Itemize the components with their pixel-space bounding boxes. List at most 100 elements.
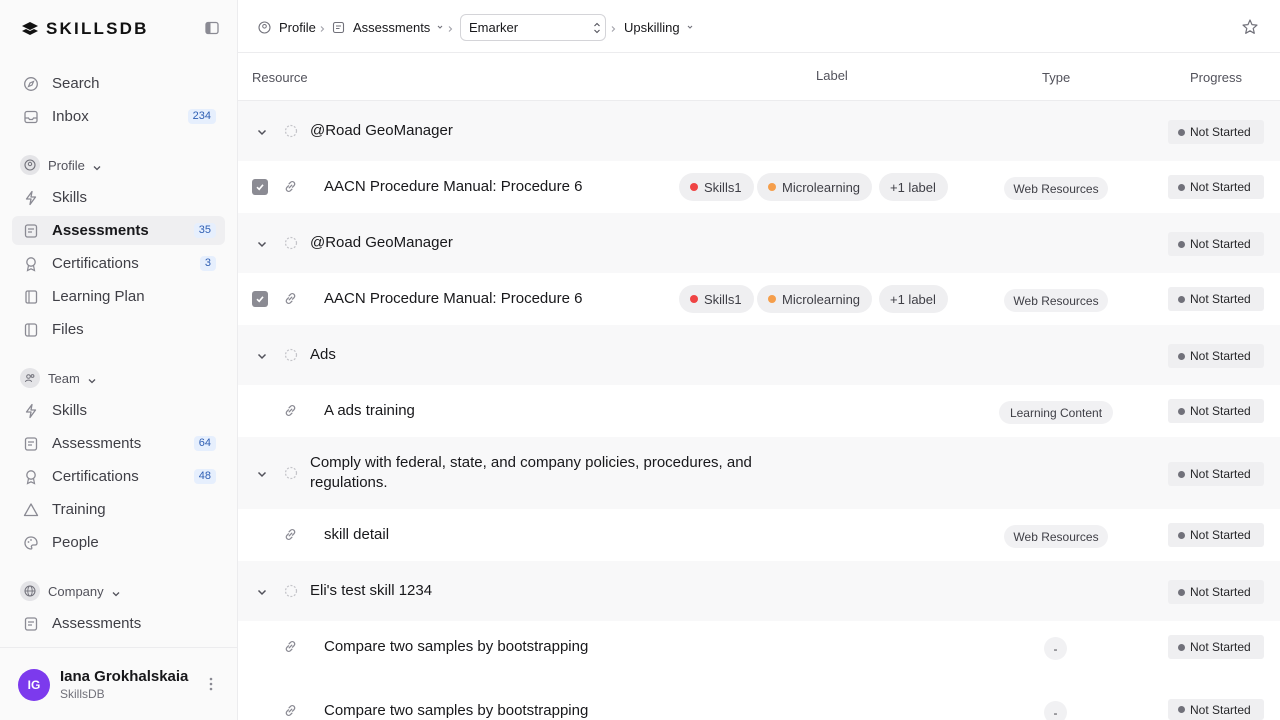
chevron-down-icon[interactable] [256, 125, 268, 137]
globe-icon [20, 581, 40, 601]
status-label: Not Started [1190, 349, 1251, 363]
palette-icon [23, 535, 39, 551]
status-badge: Not Started [1168, 635, 1264, 659]
sidebar-item-profile-learning-plan[interactable]: Learning Plan [12, 282, 225, 311]
table-row[interactable]: AACN Procedure Manual: Procedure 6 Skill… [238, 273, 1280, 325]
link-icon[interactable] [283, 639, 298, 654]
status-label: Not Started [1190, 125, 1251, 139]
status-dot [1178, 407, 1185, 415]
status-badge: Not Started [1168, 175, 1264, 199]
group-row[interactable]: @Road GeoManager Not Started [238, 101, 1280, 161]
status-pending-icon [284, 124, 298, 138]
link-icon[interactable] [283, 179, 298, 194]
label-chip[interactable]: Skills1 [679, 285, 754, 313]
star-icon[interactable] [1241, 18, 1259, 36]
sidebar-item-team-assessments[interactable]: Assessments 64 [12, 429, 225, 458]
table-row[interactable]: Compare two samples by bootstrapping - N… [238, 621, 1280, 673]
table-row[interactable]: A ads training Learning Content Not Star… [238, 385, 1280, 437]
team-certifications-count-badge: 48 [193, 469, 216, 484]
resource-title[interactable]: skill detail [324, 526, 389, 543]
status-pending-icon [284, 466, 298, 480]
chevron-down-icon[interactable] [256, 467, 268, 479]
column-type[interactable]: Type [1042, 70, 1070, 85]
table-row[interactable]: skill detail Web Resources Not Started [238, 509, 1280, 561]
sidebar-toggle-icon[interactable] [205, 21, 219, 35]
status-badge: Not Started [1168, 344, 1264, 368]
sidebar-item-team-people[interactable]: People [12, 528, 225, 557]
assessment-icon [23, 223, 39, 239]
sidebar-item-profile-assessments[interactable]: Assessments 35 [12, 216, 225, 245]
type-pill: Learning Content [999, 401, 1113, 424]
sidebar-item-profile-files[interactable]: Files [12, 315, 225, 344]
link-icon[interactable] [283, 527, 298, 542]
award-icon [23, 256, 39, 272]
sidebar-item-profile-skills[interactable]: Skills [12, 183, 225, 212]
sidebar-item-team-training[interactable]: Training [12, 495, 225, 524]
link-icon[interactable] [283, 291, 298, 306]
app-name: SKILLSDB [46, 19, 149, 38]
sidebar-item-team-skills[interactable]: Skills [12, 396, 225, 425]
sidebar-item-team-certifications[interactable]: Certifications 48 [12, 462, 225, 491]
assessments-count-badge: 35 [193, 223, 216, 238]
bolt-icon [23, 190, 39, 206]
resource-title[interactable]: A ads training [324, 402, 415, 419]
status-dot [1178, 128, 1185, 136]
label-chip[interactable]: Skills1 [679, 173, 754, 201]
section-profile[interactable]: Profile [20, 155, 102, 175]
link-icon[interactable] [283, 403, 298, 418]
status-badge: Not Started [1168, 399, 1264, 423]
chevron-down-icon[interactable] [256, 237, 268, 249]
label-chip[interactable]: Microlearning [757, 173, 873, 201]
resource-title[interactable]: AACN Procedure Manual: Procedure 6 [324, 290, 582, 307]
group-row[interactable]: Comply with federal, state, and company … [238, 437, 1280, 509]
section-company[interactable]: Company [20, 581, 121, 601]
column-resource[interactable]: Resource [252, 70, 308, 85]
user-profile[interactable]: IG Iana Grokhalskaia SkillsDB [0, 647, 237, 720]
resource-title[interactable]: AACN Procedure Manual: Procedure 6 [324, 178, 582, 195]
group-row[interactable]: @Road GeoManager Not Started [238, 213, 1280, 273]
table-row[interactable]: Compare two samples by bootstrapping - N… [238, 685, 1280, 720]
label-chip[interactable]: Microlearning [757, 285, 873, 313]
resource-title[interactable]: Compare two samples by bootstrapping [324, 638, 588, 655]
breadcrumb-upskilling[interactable]: Upskilling [624, 18, 694, 36]
assessment-select[interactable]: Emarker [460, 14, 606, 41]
sidebar-item-label: Inbox [52, 108, 89, 125]
chip-label: +1 label [890, 291, 936, 307]
sidebar-item-inbox[interactable]: Search Inbox 234 [12, 102, 225, 131]
group-title: @Road GeoManager [310, 122, 453, 139]
breadcrumb-assessments[interactable]: Assessments [332, 18, 444, 36]
status-pending-icon [284, 348, 298, 362]
app-logo[interactable]: SKILLSDB [20, 19, 149, 39]
sidebar-item-company-assessments[interactable]: Assessments [12, 609, 225, 638]
group-row[interactable]: Ads Not Started [238, 325, 1280, 385]
chip-label: +1 label [890, 179, 936, 195]
breadcrumb-profile[interactable]: Profile [258, 18, 316, 36]
chevron-right-icon [318, 21, 326, 32]
group-row[interactable]: Eli's test skill 1234 Not Started [238, 561, 1280, 621]
section-team[interactable]: Team [20, 368, 97, 388]
chip-label: Microlearning [782, 291, 861, 307]
type-pill: Web Resources [1004, 289, 1108, 312]
status-badge: Not Started [1168, 232, 1264, 256]
chevron-down-icon[interactable] [256, 585, 268, 597]
label-dot [768, 295, 776, 303]
more-labels-chip[interactable]: +1 label [879, 285, 948, 313]
status-label: Not Started [1190, 640, 1251, 654]
sidebar-item-search[interactable]: Search [12, 69, 225, 98]
more-vertical-icon[interactable] [206, 676, 216, 692]
row-checkbox[interactable] [252, 291, 268, 307]
status-dot [1178, 240, 1185, 248]
column-progress[interactable]: Progress [1190, 70, 1242, 85]
resource-title[interactable]: Compare two samples by bootstrapping [324, 702, 588, 719]
status-dot [1178, 531, 1185, 539]
sidebar-item-label: Assessments [52, 222, 149, 239]
row-checkbox[interactable] [252, 179, 268, 195]
chevron-down-icon[interactable] [256, 349, 268, 361]
column-label[interactable]: Label [816, 68, 848, 83]
sidebar-item-profile-certifications[interactable]: Certifications 3 [12, 249, 225, 278]
avatar[interactable]: IG [18, 669, 50, 701]
table-row[interactable]: AACN Procedure Manual: Procedure 6 Skill… [238, 161, 1280, 213]
more-labels-chip[interactable]: +1 label [879, 173, 948, 201]
section-label: Profile [48, 157, 85, 173]
link-icon[interactable] [283, 703, 298, 718]
